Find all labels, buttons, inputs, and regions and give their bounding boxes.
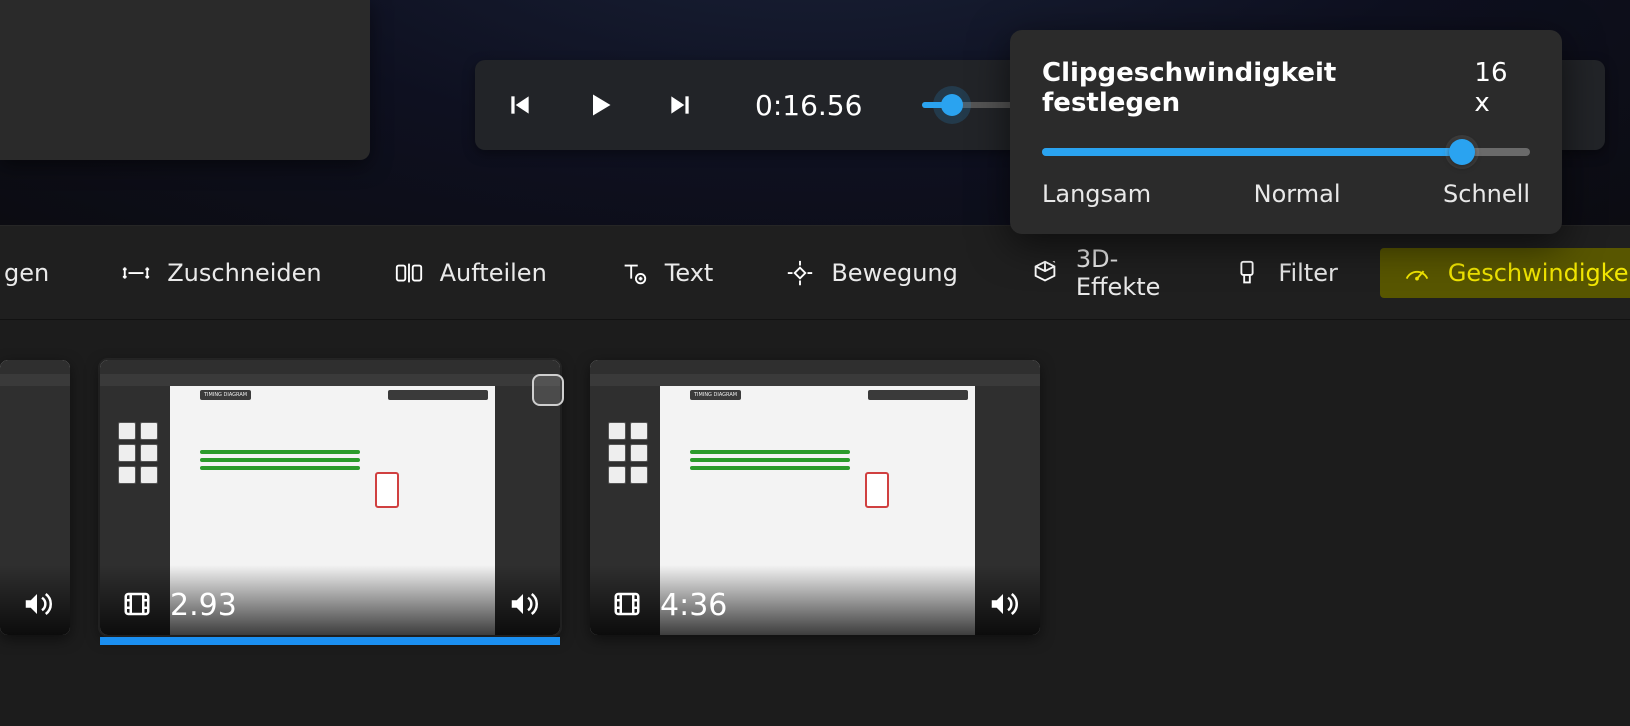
film-icon bbox=[122, 589, 152, 623]
speed-label-fast: Schnell bbox=[1443, 180, 1530, 208]
3d-effects-icon bbox=[1030, 258, 1060, 288]
play-icon bbox=[586, 91, 614, 119]
speed-label-normal: Normal bbox=[1254, 180, 1341, 208]
step-back-button[interactable] bbox=[505, 90, 535, 120]
clip-partial[interactable] bbox=[0, 360, 70, 635]
audio-icon bbox=[988, 589, 1018, 623]
preview-canvas-corner bbox=[0, 0, 370, 160]
audio-icon bbox=[508, 589, 538, 623]
speed-button[interactable]: Geschwindigkeit bbox=[1380, 248, 1630, 298]
speed-popup-title: Clipgeschwindigkeit festlegen bbox=[1042, 58, 1474, 118]
speed-label-slow: Langsam bbox=[1042, 180, 1151, 208]
motion-icon bbox=[785, 258, 815, 288]
filter-icon bbox=[1232, 258, 1262, 288]
clip-duration: 4:36 bbox=[660, 588, 727, 623]
playback-time: 0:16.56 bbox=[755, 89, 862, 122]
audio-icon bbox=[22, 589, 52, 623]
trim-button[interactable]: Zuschneiden bbox=[99, 248, 343, 298]
text-icon bbox=[619, 258, 649, 288]
trim-icon bbox=[121, 258, 151, 288]
step-back-icon bbox=[507, 92, 533, 118]
step-forward-button[interactable] bbox=[665, 90, 695, 120]
split-button[interactable]: Aufteilen bbox=[372, 248, 569, 298]
clip-selection-bar bbox=[100, 637, 560, 645]
text-button[interactable]: Text bbox=[597, 248, 736, 298]
film-icon bbox=[612, 589, 642, 623]
clip-duration: 2.93 bbox=[170, 588, 237, 623]
zoom-slider-thumb[interactable] bbox=[941, 94, 963, 116]
split-icon bbox=[394, 258, 424, 288]
step-forward-icon bbox=[667, 92, 693, 118]
preview-area: 0:16.56 Clipgeschwindigkeit festlegen 16… bbox=[0, 0, 1630, 225]
playhead-indicator[interactable] bbox=[532, 374, 564, 406]
speedometer-icon bbox=[1402, 258, 1432, 288]
filter-button[interactable]: Filter bbox=[1210, 248, 1359, 298]
speed-popup-value: 16 x bbox=[1474, 58, 1530, 118]
clip-2[interactable]: TIMING DIAGRAM 4:36 bbox=[590, 360, 1040, 635]
speed-slider-thumb[interactable] bbox=[1449, 139, 1475, 165]
speed-slider[interactable] bbox=[1042, 148, 1530, 156]
timeline[interactable]: TIMING DIAGRAM 2.93 bbox=[0, 320, 1630, 726]
clip-speed-popup: Clipgeschwindigkeit festlegen 16 x Langs… bbox=[1010, 30, 1562, 234]
motion-button[interactable]: Bewegung bbox=[763, 248, 980, 298]
clip-1[interactable]: TIMING DIAGRAM 2.93 bbox=[100, 360, 560, 635]
play-button[interactable] bbox=[585, 90, 615, 120]
toolbar-item-partial[interactable]: gen bbox=[0, 249, 71, 297]
3d-effects-button[interactable]: 3D-Effekte bbox=[1008, 235, 1183, 311]
editing-toolbar: gen Zuschneiden Aufteilen Text Bewegung … bbox=[0, 225, 1630, 320]
